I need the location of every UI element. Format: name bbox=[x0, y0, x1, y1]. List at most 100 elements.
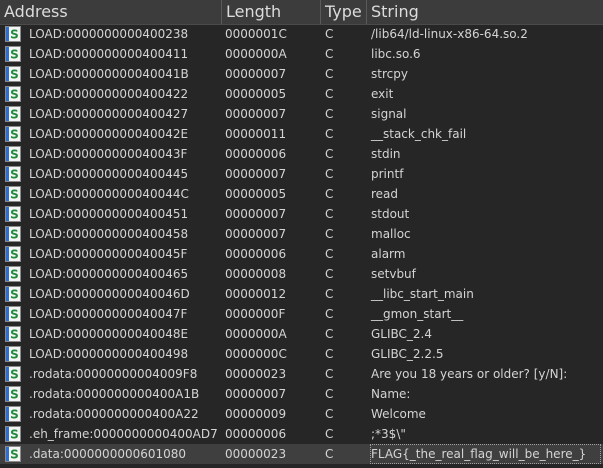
row-type: C bbox=[325, 347, 334, 361]
svg-text:S: S bbox=[10, 68, 19, 82]
table-row[interactable]: S LOAD:000000000040045F 00000006 Calarm bbox=[0, 244, 603, 264]
row-type: C bbox=[325, 447, 334, 461]
string-s-icon: S bbox=[5, 286, 21, 302]
svg-text:S: S bbox=[10, 448, 19, 462]
table-row[interactable]: S .data:0000000000601080 00000023 C FLAG{_th… bbox=[0, 444, 603, 464]
column-header-string[interactable]: String bbox=[367, 0, 603, 24]
row-string: signal bbox=[371, 107, 407, 121]
table-row[interactable]: S LOAD:0000000000400422 00000005 Cexit bbox=[0, 84, 603, 104]
column-header-type[interactable]: Type bbox=[321, 0, 367, 24]
table-row[interactable]: S LOAD:000000000040048E 0000000A C GLIBC_2.4 bbox=[0, 324, 603, 344]
row-address: LOAD:000000000040045F bbox=[29, 247, 188, 261]
row-string: GLIBC_2.2.5 bbox=[371, 347, 444, 361]
table-row[interactable]: S LOAD:0000000000400451 00000007 Cstdout bbox=[0, 204, 603, 224]
string-s-icon: S bbox=[5, 126, 21, 142]
row-type: C bbox=[325, 307, 334, 321]
table-row[interactable]: S LOAD:000000000040043F 00000006 Cstdin bbox=[0, 144, 603, 164]
string-s-icon: S bbox=[5, 66, 21, 82]
table-row[interactable]: S LOAD:0000000000400427 00000007 Csignal bbox=[0, 104, 603, 124]
table-row[interactable]: S .eh_frame:0000000000400AD7 00000006 C ;*3$… bbox=[0, 424, 603, 444]
row-type: C bbox=[325, 287, 334, 301]
row-type: C bbox=[325, 187, 334, 201]
row-type: C bbox=[325, 47, 334, 61]
row-address: LOAD:000000000040043F bbox=[29, 147, 188, 161]
row-string: read bbox=[371, 187, 399, 201]
row-type: C bbox=[325, 147, 334, 161]
table-row[interactable]: S LOAD:000000000040046D 00000012 C __libc_st… bbox=[0, 284, 603, 304]
string-s-icon: S bbox=[5, 346, 21, 362]
string-s-icon: S bbox=[5, 186, 21, 202]
row-address: LOAD:000000000040044C bbox=[29, 187, 189, 201]
row-string: stdin bbox=[371, 147, 401, 161]
table-row[interactable]: S LOAD:000000000040047F 0000000F C __gmon_st… bbox=[0, 304, 603, 324]
svg-text:S: S bbox=[10, 108, 19, 122]
row-string: Welcome bbox=[371, 407, 426, 421]
svg-text:S: S bbox=[10, 288, 19, 302]
string-s-icon: S bbox=[5, 166, 21, 182]
table-row[interactable]: S LOAD:0000000000400465 00000008 Csetvbuf bbox=[0, 264, 603, 284]
row-type: C bbox=[325, 267, 334, 281]
string-s-icon: S bbox=[5, 86, 21, 102]
row-address: .rodata:00000000004009F8 bbox=[29, 367, 198, 381]
row-address: .data:0000000000601080 bbox=[29, 447, 187, 461]
row-address: LOAD:000000000040046D bbox=[29, 287, 190, 301]
row-length: 00000006 bbox=[225, 247, 287, 261]
svg-text:S: S bbox=[10, 388, 19, 402]
svg-text:S: S bbox=[10, 28, 19, 42]
table-row[interactable]: S .rodata:00000000004009F8 00000023 C Are yo… bbox=[0, 364, 603, 384]
row-type: C bbox=[325, 107, 334, 121]
column-header-address[interactable]: Address bbox=[0, 0, 222, 24]
string-s-icon: S bbox=[5, 46, 21, 62]
row-address: LOAD:000000000040048E bbox=[29, 327, 189, 341]
row-string: stdout bbox=[371, 207, 410, 221]
row-length: 00000023 bbox=[225, 367, 287, 381]
row-address: LOAD:0000000000400238 bbox=[29, 27, 189, 41]
table-row[interactable]: S LOAD:0000000000400458 00000007 Cmalloc bbox=[0, 224, 603, 244]
table-row[interactable]: S LOAD:000000000040041B 00000007 Cstrcpy bbox=[0, 64, 603, 84]
string-s-icon: S bbox=[5, 26, 21, 42]
row-address: .rodata:0000000000400A22 bbox=[29, 407, 199, 421]
row-length: 0000000F bbox=[225, 307, 286, 321]
row-string: Name: bbox=[371, 387, 411, 401]
svg-text:S: S bbox=[10, 228, 19, 242]
row-length: 00000007 bbox=[225, 387, 287, 401]
row-string: ;*3$\" bbox=[371, 427, 406, 441]
string-s-icon: S bbox=[5, 226, 21, 242]
string-s-icon: S bbox=[5, 446, 21, 462]
table-row[interactable]: S .rodata:0000000000400A22 00000009 C Welcom… bbox=[0, 404, 603, 424]
table-row[interactable]: S LOAD:0000000000400238 0000001C C/lib64/ld… bbox=[0, 24, 603, 44]
strings-table: Address Length Type String S LOAD:0000000… bbox=[0, 0, 603, 468]
table-row[interactable]: S LOAD:0000000000400445 00000007 Cprintf bbox=[0, 164, 603, 184]
table-row[interactable]: S LOAD:0000000000400411 0000000A Clibc.so.6 bbox=[0, 44, 603, 64]
table-row[interactable]: S .rodata:0000000000400A1B 00000007 C Name: bbox=[0, 384, 603, 404]
row-length: 00000005 bbox=[225, 87, 287, 101]
string-s-icon: S bbox=[5, 386, 21, 402]
row-length: 00000007 bbox=[225, 67, 287, 81]
row-length: 00000007 bbox=[225, 207, 287, 221]
svg-text:S: S bbox=[10, 188, 19, 202]
row-address: LOAD:000000000040047F bbox=[29, 307, 188, 321]
row-type: C bbox=[325, 67, 334, 81]
svg-text:S: S bbox=[10, 208, 19, 222]
row-string: GLIBC_2.4 bbox=[371, 327, 433, 341]
row-string: __stack_chk_fail bbox=[371, 127, 467, 141]
row-string: exit bbox=[371, 87, 394, 101]
row-length: 00000023 bbox=[225, 447, 287, 461]
table-row[interactable]: S LOAD:000000000040042E 00000011 C __stack_c… bbox=[0, 124, 603, 144]
row-string: Are you 18 years or older? [y/N]: bbox=[371, 367, 568, 381]
row-length: 00000011 bbox=[225, 127, 287, 141]
svg-text:S: S bbox=[10, 348, 19, 362]
svg-text:S: S bbox=[10, 128, 19, 142]
table-header: Address Length Type String bbox=[0, 0, 603, 25]
row-type: C bbox=[325, 127, 334, 141]
row-length: 00000007 bbox=[225, 167, 287, 181]
table-row[interactable]: S LOAD:000000000040044C 00000005 Cread bbox=[0, 184, 603, 204]
string-s-icon: S bbox=[5, 366, 21, 382]
row-length: 00000007 bbox=[225, 227, 287, 241]
svg-text:S: S bbox=[10, 88, 19, 102]
table-row[interactable]: S LOAD:0000000000400498 0000000C C GLIBC_2.2… bbox=[0, 344, 603, 364]
row-address: LOAD:0000000000400427 bbox=[29, 107, 189, 121]
row-type: C bbox=[325, 227, 334, 241]
svg-text:S: S bbox=[10, 48, 19, 62]
column-header-length[interactable]: Length bbox=[222, 0, 321, 24]
